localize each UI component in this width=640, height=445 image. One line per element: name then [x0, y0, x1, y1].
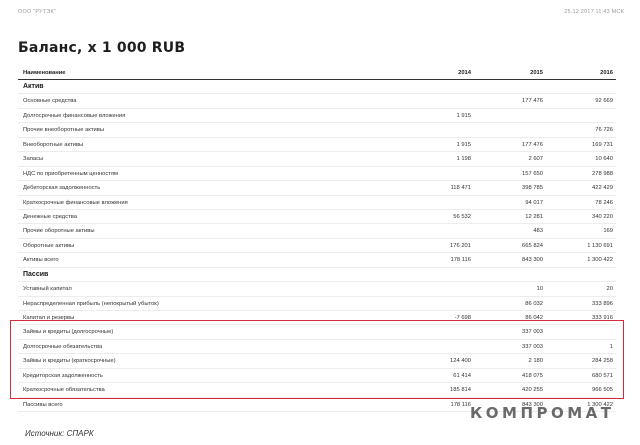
highlight-box [10, 320, 624, 399]
table-row: Дебиторская задолженность 118 471 398 785 4… [18, 181, 616, 196]
watermark-logo: КОМПРОМАТ [470, 404, 615, 422]
row-label: НДС по приобретенным ценностям [23, 170, 119, 177]
cell-2016: 278 988 [592, 170, 613, 177]
cell-2016: 340 220 [592, 213, 613, 220]
row-label: Пассивы всего [23, 401, 63, 408]
page-header-bar: ООО "РУТЭК" 25.12.2017 11:43 МСК [18, 9, 624, 15]
column-header-2015: 2015 [530, 70, 543, 76]
row-label: Оборотные активы [23, 242, 75, 249]
report-timestamp: 25.12.2017 11:43 МСК [564, 9, 624, 15]
table-row: Запасы 1 198 2 607 10 640 [18, 152, 616, 167]
column-header-2016: 2016 [600, 70, 613, 76]
cell-2016: 78 246 [595, 199, 613, 206]
section-row: Пассив [18, 268, 616, 283]
table-row: Долгосрочные финансовые вложения 1 915 [18, 109, 616, 124]
cell-2014: 1 915 [456, 141, 471, 148]
cell-2015: 12 281 [525, 213, 543, 220]
row-label: Уставный капитал [23, 286, 72, 293]
table-row: Денежные средства 56 532 12 281 340 220 [18, 210, 616, 225]
row-label: Денежные средства [23, 213, 77, 220]
column-header-name: Наименование [23, 70, 66, 76]
row-label: Прочие оборотные активы [23, 228, 95, 235]
row-label: Актив [23, 83, 44, 90]
cell-2015: 10 [536, 286, 543, 293]
table-row: Краткосрочные финансовые вложения 94 017 7… [18, 196, 616, 210]
column-header-2014: 2014 [458, 70, 471, 76]
table-row: Уставный капитал 10 20 [18, 282, 616, 297]
cell-2015: 157 650 [522, 170, 543, 177]
cell-2015: 398 785 [522, 185, 543, 192]
row-label: Прочие внеоборотные активы [23, 127, 104, 134]
cell-2016: 169 [603, 228, 613, 235]
cell-2014: 1 198 [456, 156, 471, 163]
table-row: Активы всего 178 116 843 300 1 300 422 [18, 253, 616, 268]
source-caption: Источник: СПАРК [25, 429, 94, 438]
table-row: Внеоборотные активы 1 915 177 476 169 731 [18, 138, 616, 153]
cell-2016: 20 [606, 286, 613, 293]
cell-2015: 86 032 [525, 300, 543, 307]
cell-2015: 94 017 [525, 199, 543, 206]
cell-2016: 169 731 [592, 141, 613, 148]
cell-2015: 177 476 [522, 98, 543, 105]
cell-2015: 2 607 [528, 156, 543, 163]
row-label: Внеоборотные активы [23, 141, 84, 148]
cell-2015: 177 476 [522, 141, 543, 148]
cell-2014: 178 116 [450, 257, 471, 264]
row-label: Нераспределенная прибыль (непокрытый убы… [23, 300, 159, 307]
cell-2015: 843 300 [522, 257, 543, 264]
table-row: Прочие внеоборотные активы 76 726 [18, 123, 616, 138]
cell-2016: 76 726 [595, 127, 613, 134]
row-label: Дебиторская задолженность [23, 185, 101, 192]
table-row: НДС по приобретенным ценностям 157 650 278… [18, 167, 616, 182]
cell-2016: 333 896 [592, 300, 613, 307]
company-name: ООО "РУТЭК" [18, 9, 57, 15]
table-header-row: Наименование 2014 2015 2016 [18, 67, 616, 80]
cell-2014: 118 471 [450, 185, 471, 192]
row-label: Краткосрочные финансовые вложения [23, 199, 128, 206]
table-row: Нераспределенная прибыль (непокрытый убы… [18, 297, 616, 311]
row-label: Активы всего [23, 257, 59, 264]
cell-2014: 56 532 [453, 213, 471, 220]
section-row: Актив [18, 80, 616, 95]
cell-2015: 483 [533, 228, 543, 235]
table-row: Прочие оборотные активы 483 169 [18, 224, 616, 239]
cell-2014: 1 915 [456, 112, 471, 119]
table-row: Основные средства 177 476 92 669 [18, 94, 616, 109]
cell-2014: 176 201 [450, 242, 471, 249]
row-label: Основные средства [23, 98, 77, 105]
cell-2015: 665 824 [522, 242, 543, 249]
cell-2014: 178 116 [450, 401, 471, 408]
cell-2016: 422 429 [592, 185, 613, 192]
page-title: Баланс, x 1 000 RUB [18, 40, 186, 56]
cell-2016: 10 640 [595, 156, 613, 163]
cell-2016: 1 300 422 [587, 257, 613, 264]
cell-2016: 1 130 691 [587, 242, 613, 249]
row-label: Пассив [23, 270, 49, 278]
row-label: Запасы [23, 156, 44, 163]
cell-2016: 92 669 [595, 98, 613, 105]
row-label: Долгосрочные финансовые вложения [23, 112, 126, 119]
table-row: Оборотные активы 176 201 665 824 1 130 691 [18, 239, 616, 254]
